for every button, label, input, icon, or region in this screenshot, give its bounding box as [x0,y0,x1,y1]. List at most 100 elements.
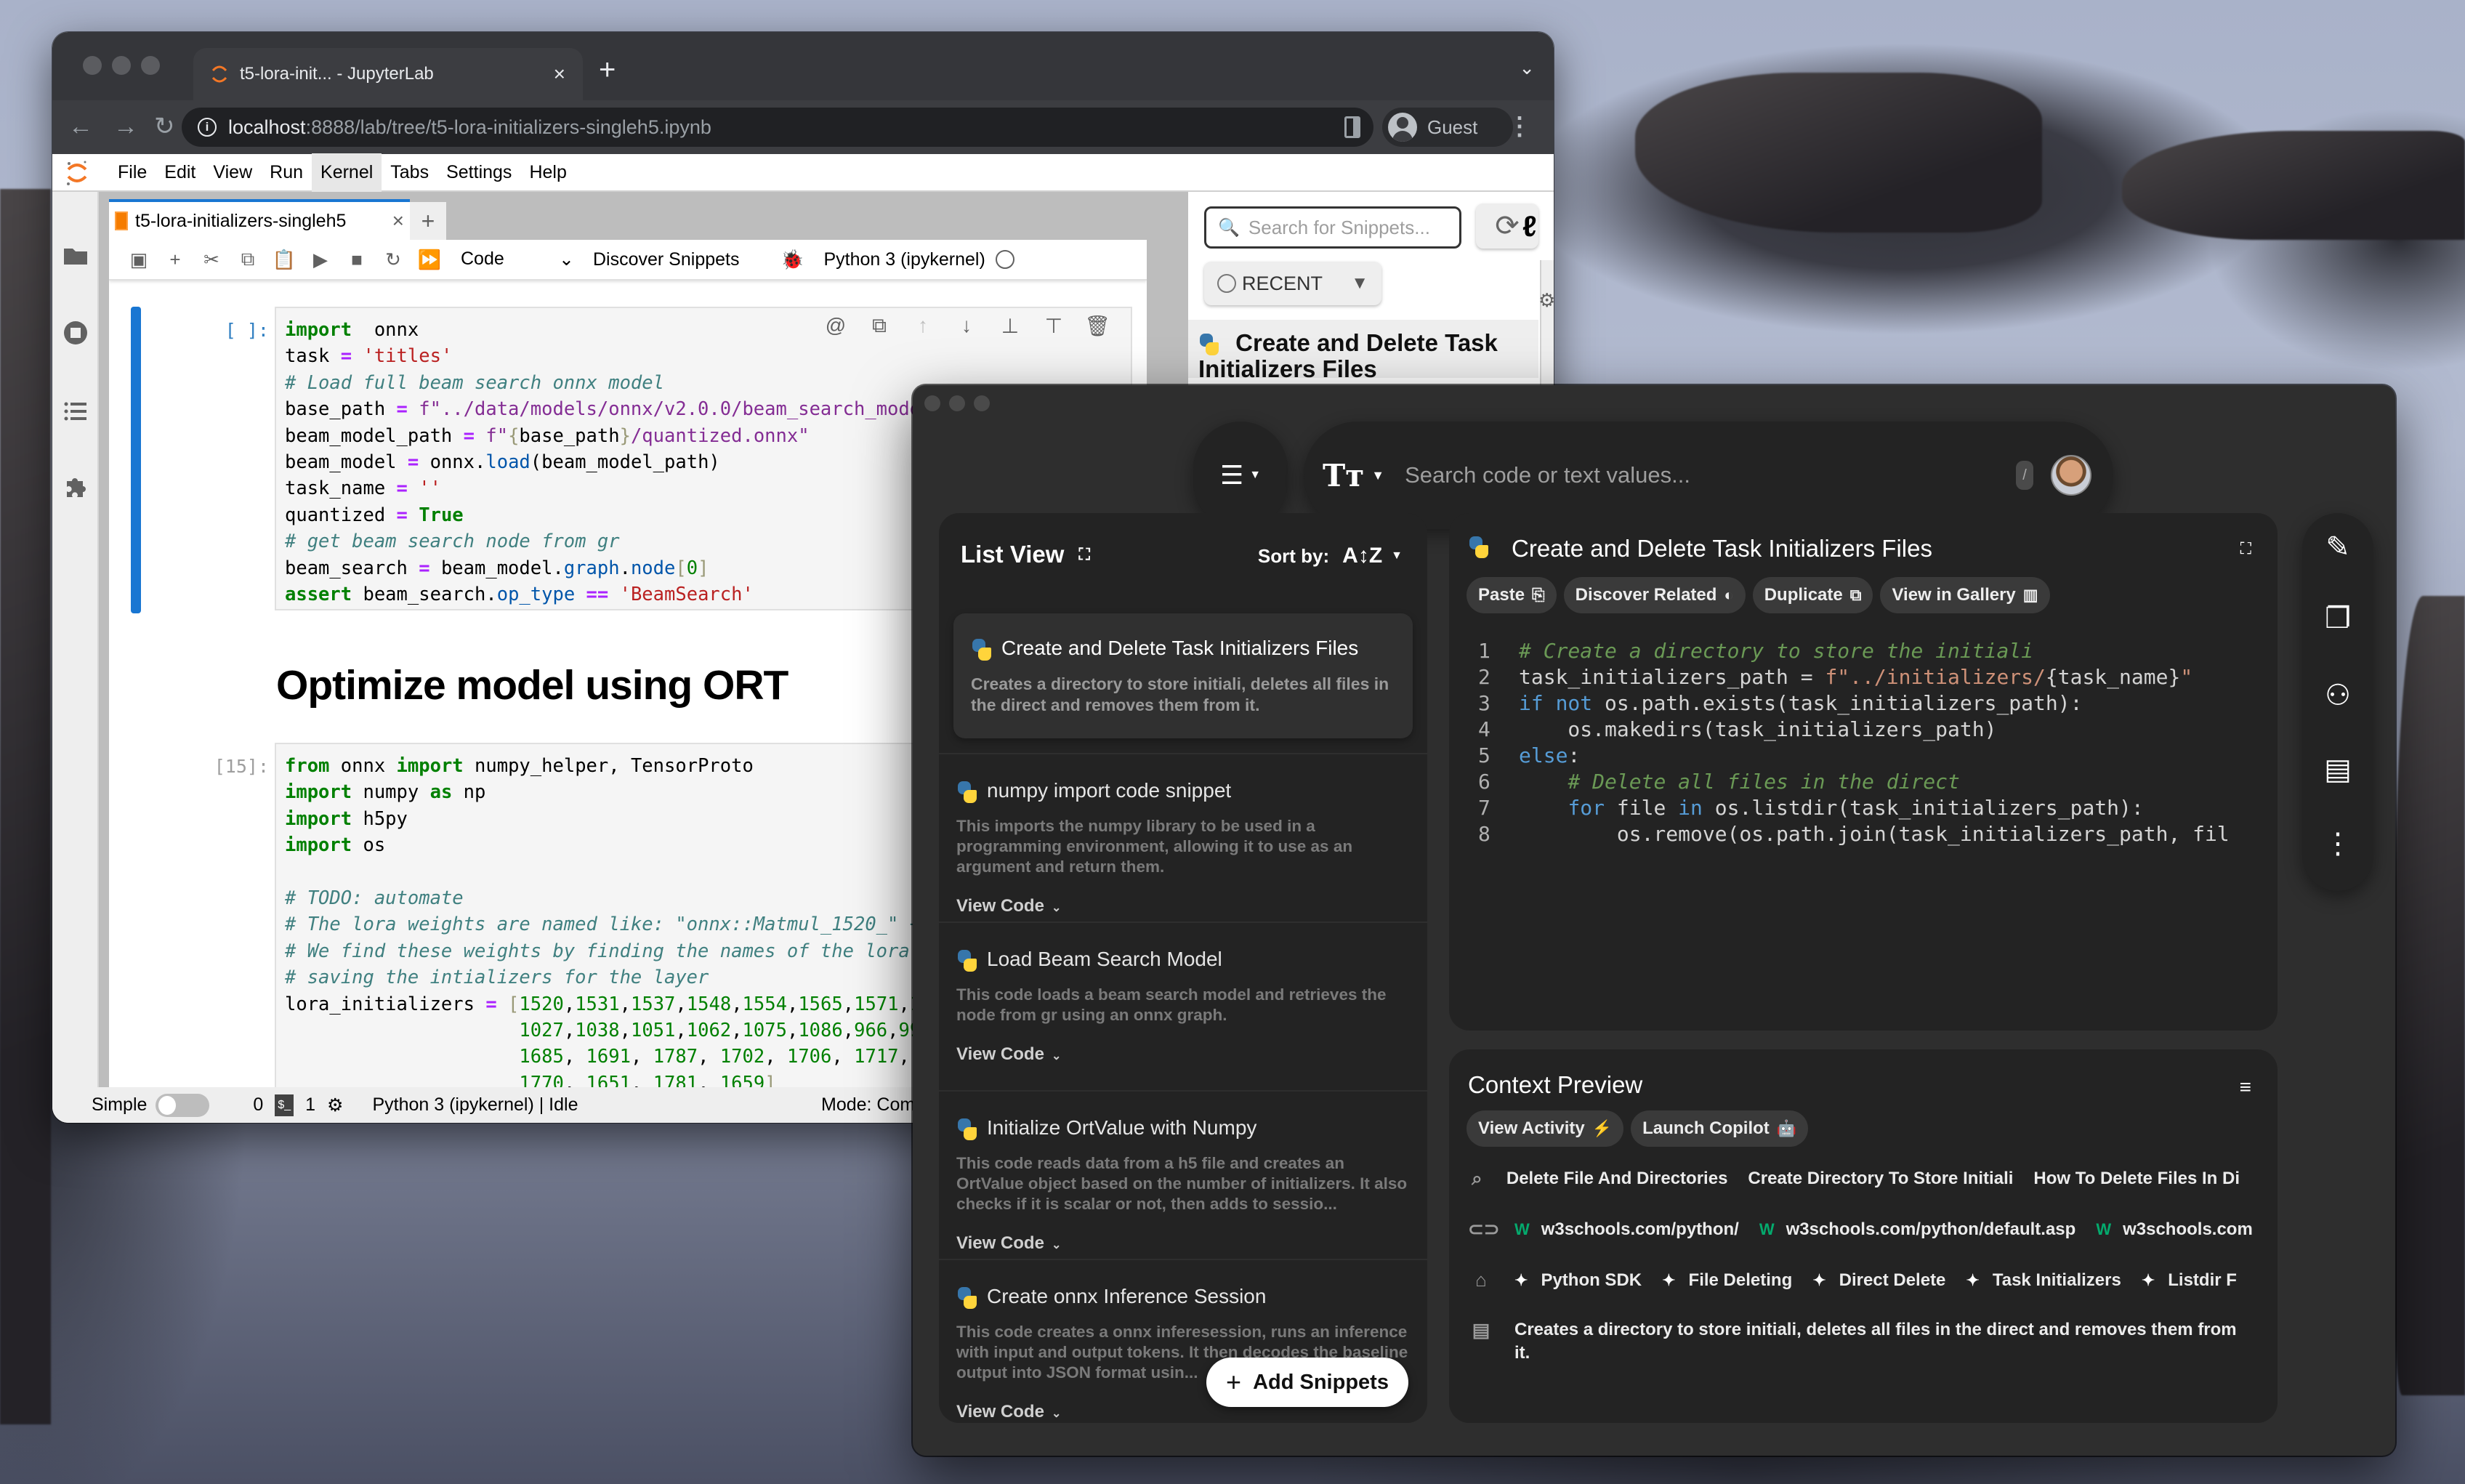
insert-above-icon[interactable]: ⊥ [996,314,1025,338]
close-notebook-tab-icon[interactable]: × [392,209,404,233]
expand-icon[interactable]: ⛶ [2240,539,2251,558]
expand-icon[interactable]: ⛶ [1078,545,1089,564]
user-avatar[interactable] [2051,455,2091,496]
context-menu-icon[interactable]: ≡ [2240,1076,2251,1099]
view-code-toggle[interactable]: View Code ⌄ [956,1233,1410,1254]
menu-help[interactable]: Help [520,153,575,192]
close-window-button[interactable] [924,395,940,411]
view-in-gallery-button[interactable]: View in Gallery ▥ [1880,577,2050,613]
save-icon[interactable]: ▣ [121,249,157,271]
view-code-toggle[interactable]: View Code ⌄ [956,1044,1410,1065]
back-arrow-icon[interactable]: ← [68,113,93,140]
minimize-window-button[interactable] [949,395,965,411]
copy-icon[interactable]: ❐ [2302,602,2373,635]
related-link[interactable]: Ww3schools.com [2096,1219,2253,1240]
editor-mode-text[interactable]: Mode: Com [821,1094,915,1116]
insert-below-icon[interactable]: ⊤ [1039,314,1068,338]
interrupt-kernel-icon[interactable]: ■ [339,249,375,271]
minimize-window-button[interactable] [112,56,131,75]
table-of-contents-icon[interactable] [62,398,89,424]
property-inspector-gear-icon[interactable]: ⚙ [1538,289,1554,312]
kernel-name-button[interactable]: Python 3 (ipykernel) [823,249,985,270]
run-cell-icon[interactable]: ▶ [302,249,339,271]
close-tab-icon[interactable]: × [554,62,565,86]
cut-icon[interactable]: ✂ [193,249,230,271]
running-sessions-icon[interactable] [62,320,89,346]
caret-down-icon[interactable]: ▼ [1371,468,1384,483]
reload-icon[interactable]: ↻ [154,113,175,140]
move-up-icon[interactable]: ↑ [908,314,937,338]
pieces-logo-icon[interactable]: ℓ [1522,211,1537,243]
browser-tab[interactable]: t5-lora-init... - JupyterLab × [193,48,583,100]
run-all-icon[interactable]: ⏩ [411,249,448,271]
recent-filter-dropdown[interactable]: RECENT ▼ [1204,262,1381,305]
add-snippets-button[interactable]: + Add Snippets [1206,1358,1408,1407]
move-down-icon[interactable]: ↓ [952,314,981,338]
side-panel-icon[interactable] [1344,116,1360,138]
menu-tabs[interactable]: Tabs [382,153,437,192]
related-link[interactable]: Ww3schools.com/python/ [1514,1219,1739,1240]
folder-icon[interactable] [62,243,89,269]
tag-chip[interactable]: ✦ File Deleting [1662,1270,1792,1291]
snippet-search-input[interactable]: 🔍 Search for Snippets... [1204,206,1461,249]
simple-mode-toggle[interactable] [156,1093,210,1117]
list-item[interactable]: Initialize OrtValue with Numpy This code… [939,1090,1427,1259]
cell-type-select[interactable]: Code ⌄ [448,249,586,270]
kernel-status-text[interactable]: Python 3 (ipykernel) | Idle [372,1094,578,1116]
restart-kernel-icon[interactable]: ↻ [375,249,411,271]
related-search-item[interactable]: Delete File And Directories [1506,1169,1728,1189]
tag-chip[interactable]: ✦ Listdir F [2142,1270,2237,1291]
discover-related-button[interactable]: Discover Related ◐ [1563,577,1746,613]
related-link[interactable]: Ww3schools.com/python/default.asp [1759,1219,2076,1240]
related-search-item[interactable]: How To Delete Files In Di [2033,1169,2240,1189]
duplicate-button[interactable]: Duplicate ⧉ [1752,577,1873,613]
text-search-mode-icon[interactable]: Tт [1323,458,1364,493]
debugger-bug-icon[interactable]: 🐞 [774,249,810,271]
menu-kernel[interactable]: Kernel [312,153,382,192]
related-search-item[interactable]: Create Directory To Store Initiali [1748,1169,2013,1189]
zoom-window-button[interactable] [974,395,990,411]
list-item[interactable]: numpy import code snippet This imports t… [939,753,1427,920]
terminal-icon[interactable]: $_ [275,1094,294,1116]
annotation-note-icon[interactable]: ▤ [2302,753,2373,786]
paste-icon[interactable]: 📋 [266,249,302,271]
menu-file[interactable]: File [109,153,156,192]
share-link-person-icon[interactable]: ⚇ [2302,679,2373,712]
paste-button[interactable]: Paste ⎘ [1467,577,1557,613]
menu-edit[interactable]: Edit [156,153,204,192]
view-code-toggle[interactable]: View Code ⌄ [956,896,1410,916]
global-search-placeholder[interactable]: Search code or text values... [1405,462,2016,488]
pieces-save-icon[interactable]: @ [821,314,850,338]
cell-active-indicator[interactable] [131,307,141,613]
menu-run[interactable]: Run [261,153,312,192]
url-input[interactable]: i localhost :8888/lab/tree/t5-lora-initi… [182,108,1373,147]
new-tab-button[interactable]: + [599,54,616,86]
more-options-icon[interactable]: ⋮ [2302,827,2373,860]
tag-chip[interactable]: ✦ Direct Delete [1812,1270,1945,1291]
sidebar-snippet-item[interactable]: Create and Delete Task Initializers File… [1188,320,1538,382]
snippet-code-viewer[interactable]: 1 # Create a directory to store the initi… [1478,638,2275,847]
menu-view[interactable]: View [204,153,261,192]
edit-pencil-icon[interactable]: ✎ [2302,531,2373,564]
discover-snippets-button[interactable]: Discover Snippets [593,249,739,270]
view-activity-button[interactable]: View Activity ⚡ [1467,1110,1624,1147]
tag-chip[interactable]: ✦ Python SDK [1514,1270,1642,1291]
copy-icon[interactable]: ⧉ [230,248,266,271]
site-info-icon[interactable]: i [198,118,217,137]
tab-search-chevron-icon[interactable]: ⌄ [1519,57,1535,79]
delete-cell-icon[interactable]: 🗑 [1083,314,1112,338]
browser-menu-icon[interactable]: ⋮ [1507,112,1532,141]
profile-button[interactable]: Guest [1382,108,1513,147]
cpu-chip-icon[interactable]: ⚙ [327,1094,343,1116]
sort-control[interactable]: Sort by: A↕Z ▼ [1258,544,1403,568]
duplicate-cell-icon[interactable]: ⧉ [865,314,894,338]
new-launcher-tab-button[interactable]: + [410,202,446,240]
notebook-tab[interactable]: t5-lora-initializers-singleh5 × [109,199,410,240]
close-window-button[interactable] [83,56,102,75]
zoom-window-button[interactable] [141,56,160,75]
insert-cell-icon[interactable]: + [157,249,193,271]
forward-arrow-icon[interactable]: → [113,113,138,140]
launch-copilot-button[interactable]: Launch Copilot 🤖 [1631,1110,1809,1147]
list-item[interactable]: Load Beam Search Model This code loads a… [939,922,1427,1089]
list-item-selected[interactable]: Create and Delete Task Initializers File… [953,613,1413,738]
